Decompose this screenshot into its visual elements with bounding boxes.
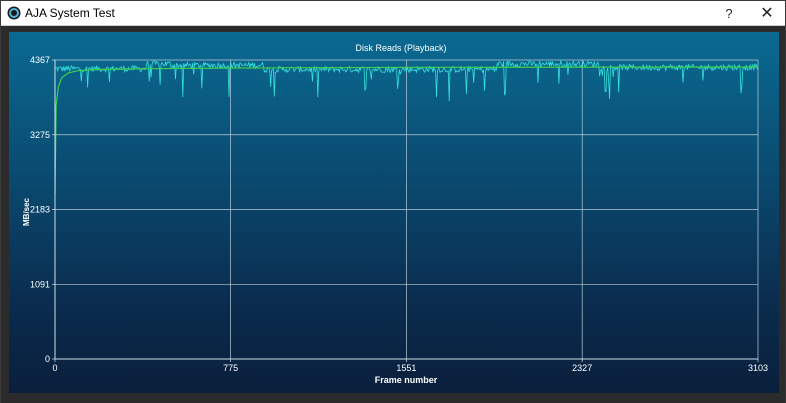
y-tick-label: 1091 [30,279,50,289]
x-tick-label: 775 [223,363,238,373]
y-axis-ticks: 0 1091 2183 3275 4367 [30,55,55,364]
disk-reads-chart-panel: Disk Reads (Playback) MB/sec Frame numbe… [9,32,779,393]
close-icon: ✕ [760,5,774,22]
window-bottom-edge [1,395,785,403]
disk-reads-chart: Disk Reads (Playback) MB/sec Frame numbe… [22,43,768,385]
help-button[interactable]: ? [711,1,747,25]
x-tick-label: 1551 [396,363,416,373]
title-bar: AJA System Test ? ✕ [1,1,785,26]
y-tick-label: 2183 [30,205,50,215]
y-tick-label: 4367 [30,55,50,65]
x-tick-label: 3103 [748,363,768,373]
chart-grid [54,59,759,360]
aja-logo-icon [7,6,21,20]
close-button[interactable]: ✕ [749,1,785,25]
question-mark-icon: ? [725,5,733,21]
x-axis-label: Frame number [375,375,438,385]
app-window: AJA System Test ? ✕ Disk Reads (Playback… [0,0,786,403]
x-axis-ticks: 0 775 1551 2327 3103 [52,359,768,373]
y-tick-label: 3275 [30,130,50,140]
chart-title: Disk Reads (Playback) [355,43,446,53]
x-tick-label: 0 [52,363,57,373]
y-tick-label: 0 [45,354,50,364]
window-title: AJA System Test [25,6,115,20]
x-tick-label: 2327 [572,363,592,373]
